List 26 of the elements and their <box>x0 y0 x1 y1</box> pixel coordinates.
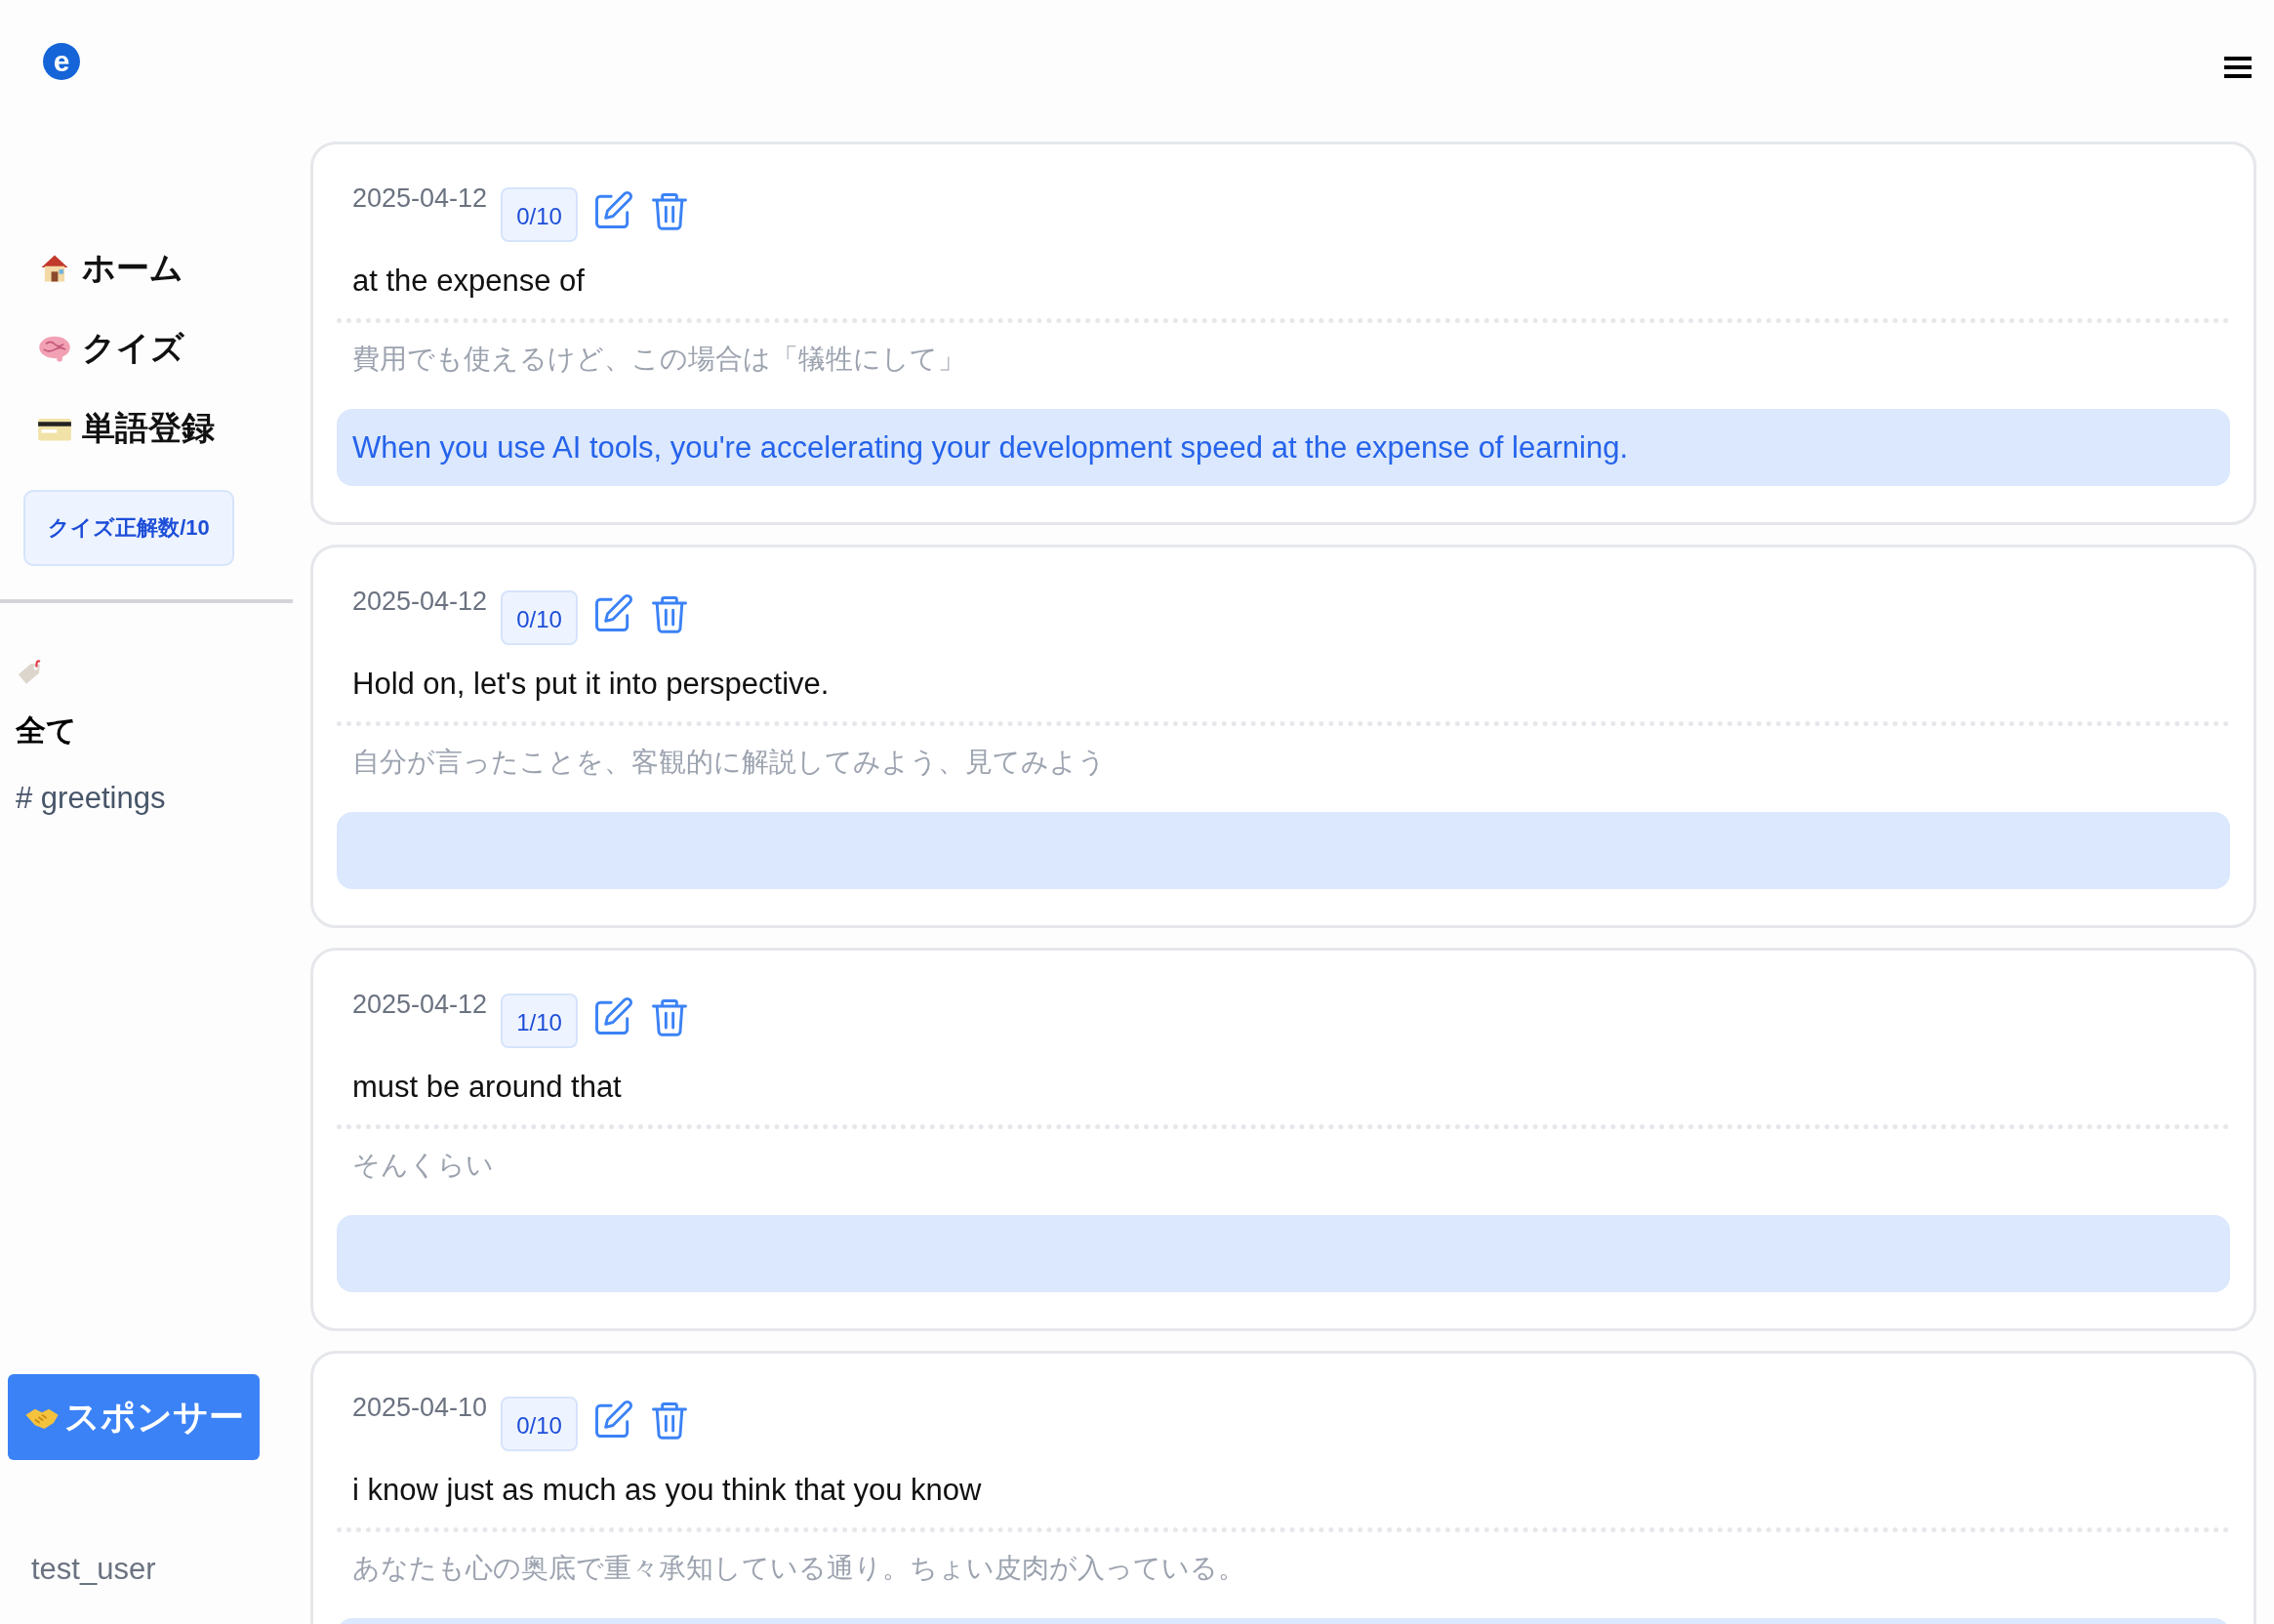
sponsor-button[interactable]: スポンサー <box>8 1374 260 1460</box>
score-badge: 0/10 <box>501 187 578 242</box>
quiz-score-badge: クイズ正解数/10 <box>23 490 234 566</box>
nav-link[interactable]: ホーム <box>37 246 293 291</box>
date-label: 2025-04-12 <box>352 586 488 617</box>
date-label: 2025-04-12 <box>352 183 488 214</box>
score-badge: 1/10 <box>501 994 578 1048</box>
word-text: i know just as much as you think that you know <box>352 1473 983 1508</box>
nav-link[interactable]: クイズ <box>37 326 293 371</box>
meaning-text: 費用でも使えるけど、この場合は「犠牲にして」 <box>352 343 966 376</box>
word-text: Hold on, let's put it into perspective. <box>352 667 831 702</box>
username: test_user <box>31 1552 156 1587</box>
meaning-text: 自分が言ったことを、客観的に解説してみよう、見てみよう <box>352 746 1107 779</box>
score-badge: 0/10 <box>501 1397 578 1451</box>
word-text: at the expense of <box>352 264 586 299</box>
meaning-text: あなたも心の奥底で重々承知している通り。ちょい皮肉が入っている。 <box>352 1552 1246 1585</box>
tag-filter[interactable]: # greetings <box>16 773 293 824</box>
example-sentence: When you use AI tools, you're accelerating your development speed at the expense of learning. <box>337 409 2230 486</box>
nav-link[interactable]: 単語登録 <box>37 406 293 451</box>
tag-filter[interactable]: 全て <box>16 703 293 759</box>
date-label: 2025-04-10 <box>352 1392 488 1423</box>
app-logo[interactable]: e <box>43 43 80 80</box>
word-text: must be around that <box>352 1070 623 1105</box>
date-label: 2025-04-12 <box>352 989 488 1020</box>
meaning-text: そんくらい <box>352 1149 495 1182</box>
score-badge: 0/10 <box>501 590 578 645</box>
